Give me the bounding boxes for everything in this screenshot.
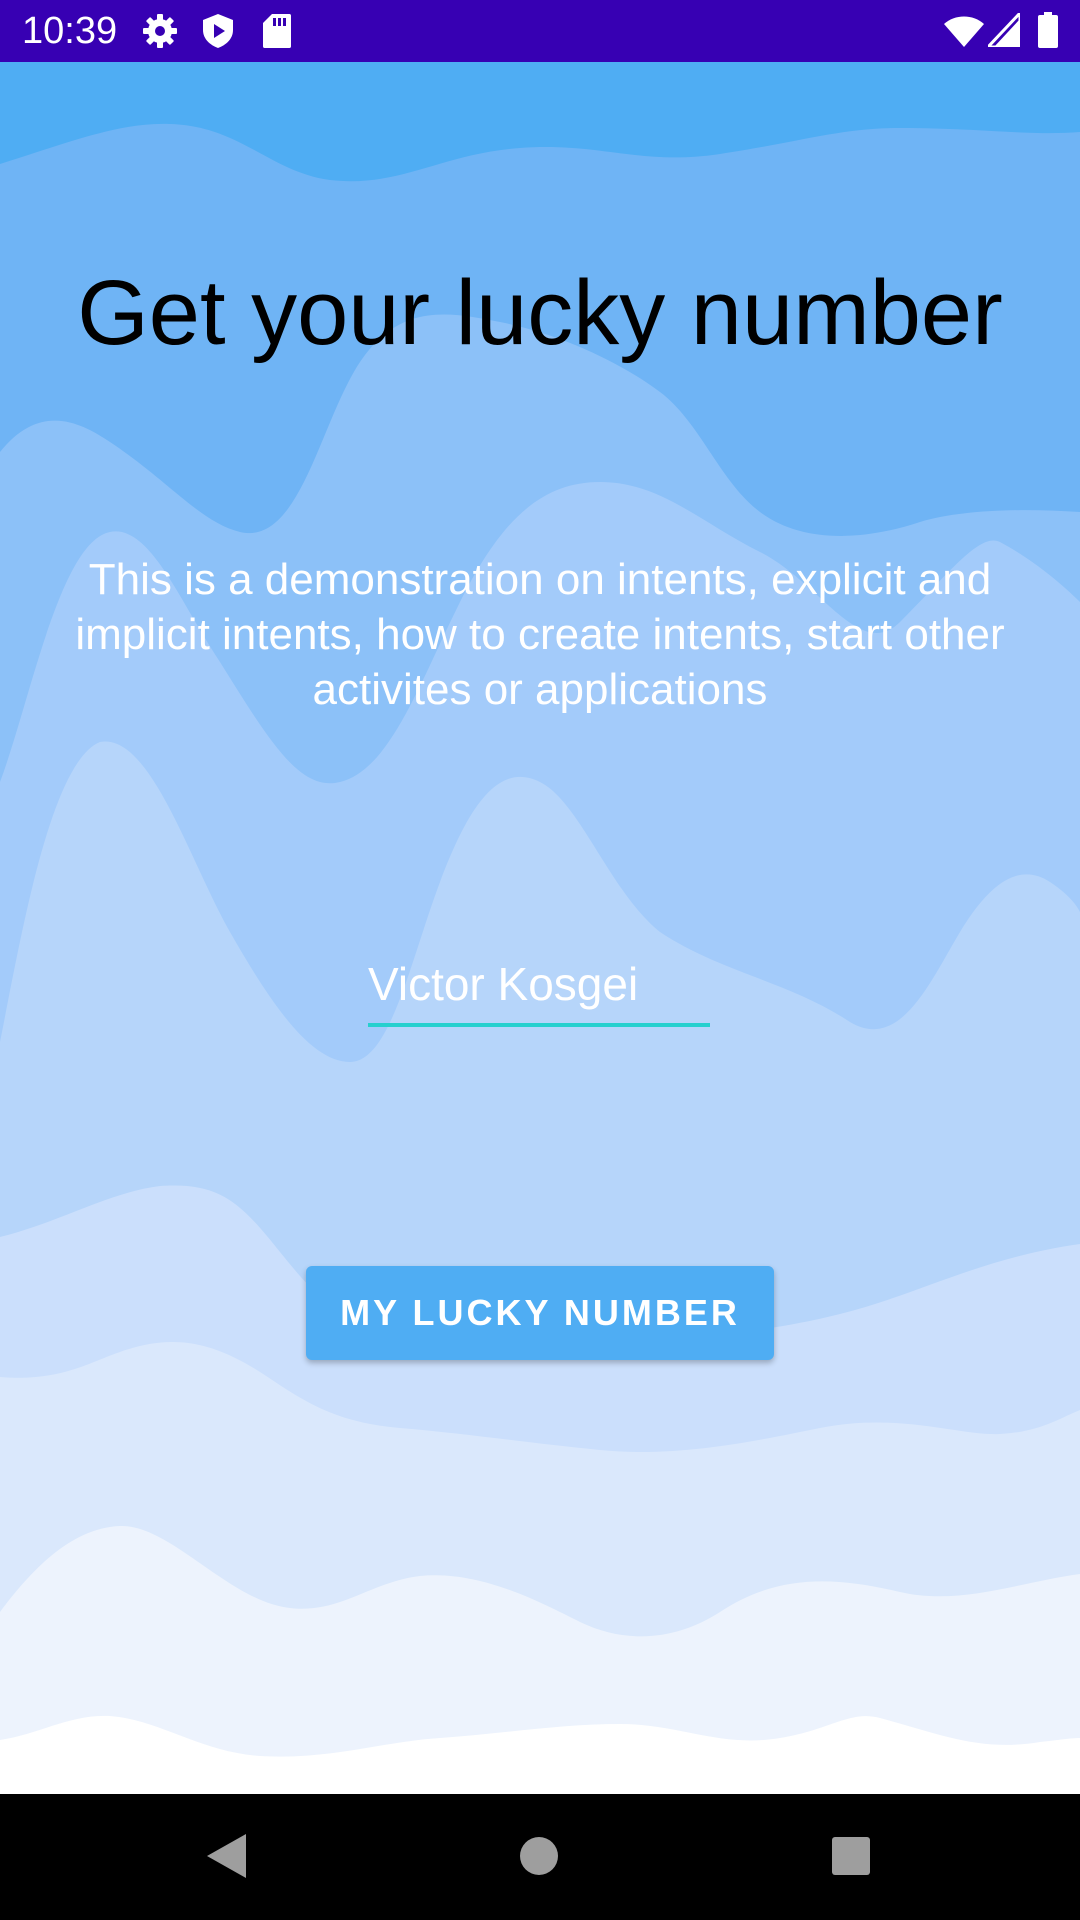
lucky-number-button[interactable]: MY LUCKY NUMBER xyxy=(306,1266,774,1360)
page-title: Get your lucky number xyxy=(77,262,1003,364)
home-icon[interactable] xyxy=(518,1831,560,1886)
status-bar: 10:39 xyxy=(0,0,1080,62)
navigation-bar xyxy=(0,1794,1080,1920)
settings-icon xyxy=(142,13,178,54)
battery-icon xyxy=(1038,12,1058,53)
name-input[interactable] xyxy=(368,947,710,1021)
name-field[interactable] xyxy=(368,947,710,1027)
back-icon[interactable] xyxy=(204,1831,248,1886)
main-content: Get your lucky number This is a demonstr… xyxy=(0,62,1080,1794)
description-text: This is a demonstration on intents, expl… xyxy=(75,555,1005,714)
wifi-icon xyxy=(944,15,984,52)
sd-card-icon xyxy=(262,13,292,54)
shield-play-icon xyxy=(201,13,235,54)
recents-icon[interactable] xyxy=(830,1831,872,1886)
signal-icon xyxy=(984,9,1022,52)
status-time: 10:39 xyxy=(22,10,118,52)
